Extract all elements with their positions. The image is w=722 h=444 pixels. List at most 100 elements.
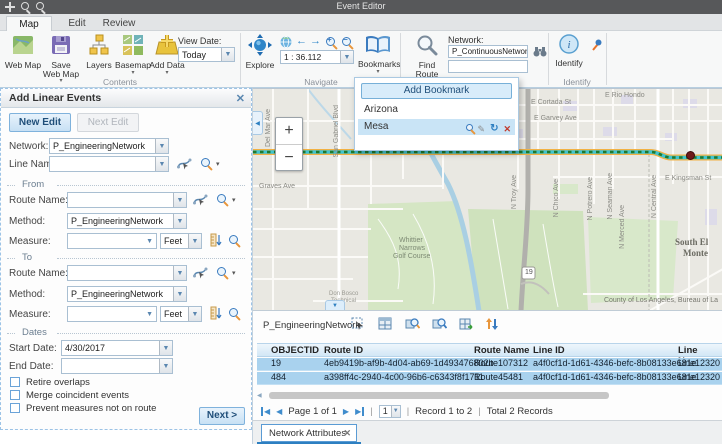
to-method-select[interactable]: P_EngineeringNetwork▼ <box>67 286 187 302</box>
scrollbar-thumb[interactable] <box>269 392 609 399</box>
bookmark-delete-icon[interactable]: ✕ <box>503 121 511 137</box>
line-name-zoom-icon[interactable] <box>201 158 210 170</box>
tab-network-attributes[interactable]: Network Attributes ✕ <box>261 424 357 442</box>
next-page-icon[interactable]: ▶ <box>343 407 349 416</box>
identify-button[interactable]: i Identify <box>552 34 586 68</box>
to-unit-select[interactable]: Feet▼ <box>160 306 202 322</box>
bookmark-item-mesa[interactable]: Mesa ✎ ↻ ✕ <box>358 119 515 135</box>
table-header-row[interactable]: OBJECTID Route ID Route Name Line ID Lin… <box>257 343 722 357</box>
ribbon-separator <box>240 33 241 85</box>
collapse-table-arrow[interactable]: ▼ <box>325 300 345 310</box>
bookmark-zoom-icon[interactable] <box>466 121 473 137</box>
from-route-name-select[interactable]: ▼ <box>67 192 187 208</box>
map-zoom-out-button[interactable]: − <box>276 144 302 170</box>
panel-close-icon[interactable]: ✕ <box>236 92 245 105</box>
to-measure-input[interactable]: ▼ <box>67 306 157 322</box>
web-map-button[interactable]: Web Map <box>4 34 42 70</box>
add-data-label: Add Data <box>148 61 186 70</box>
from-measure-input[interactable]: ▼ <box>67 233 157 249</box>
to-route-zoom-caret[interactable]: ▾ <box>232 269 236 277</box>
close-tab-icon[interactable]: ✕ <box>343 425 351 442</box>
to-measure-zoom-icon[interactable] <box>229 308 238 320</box>
column-header[interactable]: Route ID <box>324 345 363 356</box>
zoom-to-selected-icon[interactable] <box>405 317 420 332</box>
last-page-icon[interactable]: ▶ <box>355 407 364 416</box>
from-route-zoom-caret[interactable]: ▾ <box>232 196 236 204</box>
globe-icon[interactable] <box>280 36 292 51</box>
add-bookmark-button[interactable]: Add Bookmark <box>361 83 512 99</box>
from-measure-zoom-icon[interactable] <box>229 235 238 247</box>
ribbon-zoom-in-icon[interactable]: + <box>326 37 335 49</box>
new-edit-button[interactable]: New Edit <box>9 113 71 132</box>
horizontal-scrollbar[interactable]: ◀ <box>257 391 718 400</box>
from-measure-tool-icon[interactable] <box>209 233 223 248</box>
panel-network-select[interactable]: P_EngineeringNetwork ▼ <box>49 138 169 154</box>
route-input[interactable] <box>448 60 528 73</box>
from-route-zoom-icon[interactable] <box>217 194 226 206</box>
route-location-marker[interactable] <box>686 151 695 160</box>
retire-overlaps-checkbox[interactable] <box>10 377 20 387</box>
network-select[interactable]: P_ContinuousNetwork ▼ <box>448 45 528 58</box>
scroll-left-icon[interactable]: ◀ <box>257 392 262 399</box>
column-header[interactable]: Line ID <box>533 345 565 356</box>
line-name-zoom-caret[interactable]: ▾ <box>216 160 220 168</box>
from-method-select[interactable]: P_EngineeringNetwork▼ <box>67 213 187 229</box>
table-row[interactable]: 19 4eb9419b-af9b-4d04-ab69-1d493476802b … <box>257 358 722 371</box>
column-header[interactable]: Route Name <box>474 345 529 356</box>
to-measure-tool-icon[interactable] <box>209 306 223 321</box>
bookmark-edit-icon[interactable]: ✎ <box>478 121 486 137</box>
basemap-caret: ▾ <box>114 70 152 76</box>
from-unit-select[interactable]: Feet▼ <box>160 233 202 249</box>
switch-selection-icon[interactable] <box>459 317 474 332</box>
page-select-caret-icon[interactable]: ▼ <box>391 406 400 417</box>
ribbon-zoom-out-icon[interactable]: − <box>342 37 351 49</box>
record-range-text: Record 1 to 2 <box>415 406 472 417</box>
scale-select[interactable]: 1 : 36.112 ▼ <box>280 50 354 64</box>
identify-pin-icon[interactable] <box>590 39 602 55</box>
to-route-zoom-icon[interactable] <box>217 267 226 279</box>
layers-button[interactable]: Layers <box>80 34 118 70</box>
select-line-on-map-icon[interactable] <box>177 156 192 171</box>
bookmark-refresh-icon[interactable]: ↻ <box>490 121 498 137</box>
to-select-route-icon[interactable] <box>193 265 208 280</box>
tab-edit[interactable]: Edit <box>60 16 94 31</box>
tab-map[interactable]: Map <box>6 16 52 31</box>
basemap-button[interactable]: Basemap ▾ <box>114 34 152 76</box>
prev-page-icon[interactable]: ◀ <box>276 407 282 416</box>
contents-group-label: Contents <box>0 77 240 87</box>
tab-review[interactable]: Review <box>98 16 140 31</box>
next-edit-button[interactable]: Next Edit <box>77 113 139 132</box>
binoculars-icon[interactable] <box>533 45 547 61</box>
next-button[interactable]: Next > <box>199 407 245 425</box>
line-name-select[interactable]: ▼ <box>49 156 169 172</box>
to-measure-label: Measure: <box>9 309 51 320</box>
to-route-name-select[interactable]: ▼ <box>67 265 187 281</box>
attribute-table-icon[interactable] <box>378 317 393 332</box>
bookmarks-button[interactable]: Bookmarks ▾ <box>358 35 398 75</box>
map-zoom-in-button[interactable]: + <box>276 118 302 144</box>
page-select[interactable]: 1 ▼ <box>379 405 401 418</box>
column-header[interactable]: OBJECTID <box>271 345 319 356</box>
from-select-route-icon[interactable] <box>193 192 208 207</box>
collapse-panel-arrow[interactable]: ◀ <box>253 111 263 135</box>
end-date-select[interactable]: ▼ <box>61 358 173 374</box>
explore-button[interactable]: Explore <box>244 34 276 70</box>
find-route-button[interactable]: Find Route <box>408 34 446 78</box>
back-extent-icon[interactable]: ← <box>296 35 307 47</box>
forward-extent-icon[interactable]: → <box>310 35 321 47</box>
merge-coincident-checkbox[interactable] <box>10 390 20 400</box>
view-date-caret-icon[interactable]: ▼ <box>221 48 234 61</box>
table-row[interactable]: 484 a398ff4c-2940-4c00-96b6-c6343f8f1711… <box>257 372 722 385</box>
pan-to-selected-icon[interactable] <box>432 317 447 332</box>
prevent-measures-checkbox[interactable] <box>10 403 20 413</box>
scale-caret-icon[interactable]: ▼ <box>340 51 353 63</box>
basemap-icon <box>122 34 144 56</box>
view-date-select[interactable]: Today ▼ <box>178 47 235 62</box>
pagination-bar: ◀ ◀ Page 1 of 1 ▶ ▶ | 1 ▼ | Record 1 to … <box>261 404 553 418</box>
sort-icon[interactable] <box>485 317 500 332</box>
select-features-icon[interactable] <box>351 317 366 332</box>
first-page-icon[interactable]: ◀ <box>261 407 270 416</box>
start-date-select[interactable]: 4/30/2017▼ <box>61 340 173 356</box>
bookmark-item-arizona[interactable]: Arizona <box>358 102 515 118</box>
to-route-name-label: Route Name: <box>9 268 68 279</box>
